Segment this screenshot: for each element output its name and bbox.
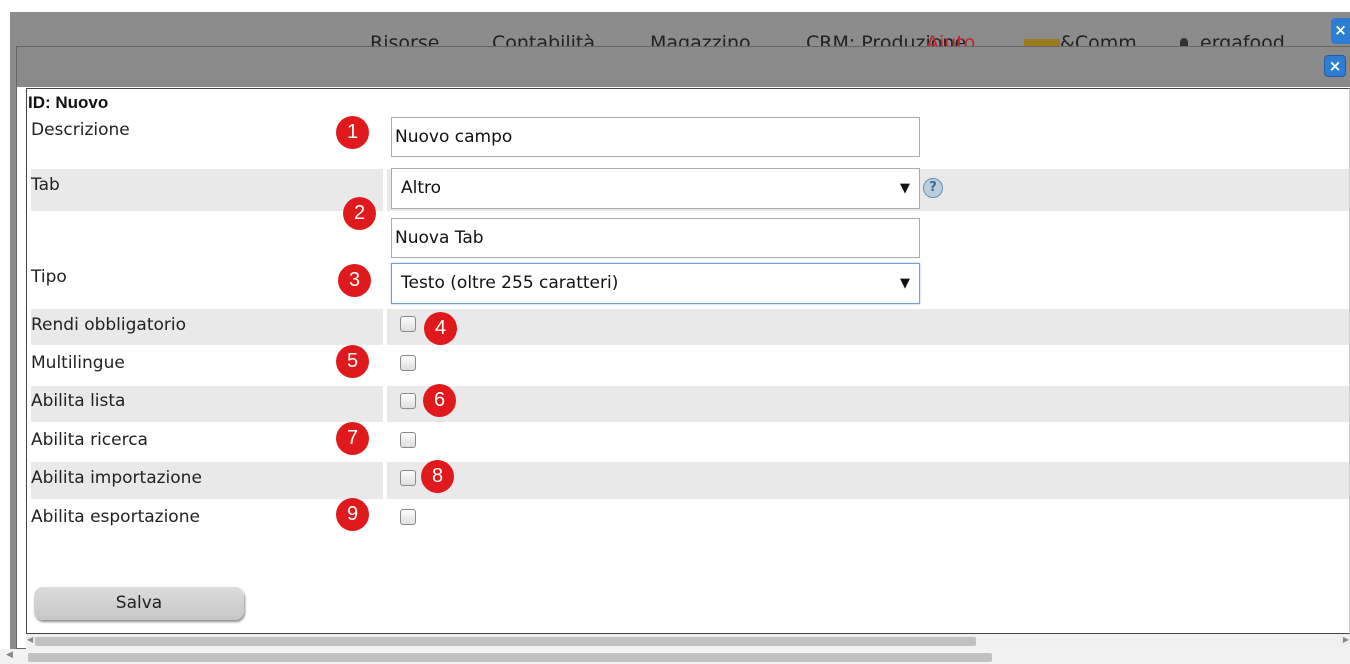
annotation-badge-9: 9 [336, 498, 369, 531]
dialog-horizontal-scrollbar[interactable]: ◀ ▶ [26, 634, 1350, 649]
tab-label: Tab [31, 175, 60, 195]
abilita-ricerca-label: Abilita ricerca [31, 430, 148, 450]
form-row-abilita-lista [31, 386, 1349, 422]
background-scrollbar-thumb[interactable] [28, 653, 992, 662]
abilita-lista-label: Abilita lista [31, 391, 126, 411]
annotation-badge-4: 4 [424, 312, 457, 345]
column-separator [383, 127, 387, 633]
chevron-down-icon: ▼ [900, 276, 910, 291]
annotation-badge-7: 7 [336, 422, 369, 455]
form-row-abilita-importazione [31, 462, 1349, 499]
annotation-badge-8: 8 [421, 460, 454, 493]
scroll-right-arrow-icon[interactable]: ▶ [1343, 635, 1349, 644]
rendi-obbligatorio-checkbox[interactable] [400, 316, 416, 332]
scroll-left-arrow-icon[interactable]: ◀ [6, 650, 13, 660]
dialog-titlebar[interactable] [17, 47, 1350, 87]
annotation-badge-2: 2 [343, 197, 376, 230]
multilingue-checkbox[interactable] [400, 355, 416, 371]
annotation-badge-6: 6 [423, 384, 456, 417]
abilita-ricerca-checkbox[interactable] [400, 432, 416, 448]
abilita-importazione-checkbox[interactable] [400, 470, 416, 486]
annotation-badge-1: 1 [336, 116, 369, 149]
abilita-importazione-label: Abilita importazione [31, 468, 202, 488]
abilita-lista-checkbox[interactable] [400, 393, 416, 409]
chevron-down-icon: ▼ [900, 181, 910, 196]
dialog-close-button[interactable]: × [1324, 55, 1346, 77]
tipo-label: Tipo [31, 267, 67, 287]
help-icon[interactable]: ? [923, 178, 943, 198]
tipo-select-value: Testo (oltre 255 caratteri) [401, 273, 619, 293]
dialog-content: ID: Nuovo Descrizione Tab Tipo Rendi obb… [26, 88, 1350, 634]
tab-select[interactable]: Altro ▼ [391, 168, 920, 209]
scroll-left-arrow-icon[interactable]: ◀ [27, 635, 33, 644]
new-tab-input[interactable]: Nuova Tab [391, 218, 920, 258]
annotation-badge-5: 5 [336, 345, 369, 378]
abilita-esportazione-checkbox[interactable] [400, 509, 416, 525]
descrizione-label: Descrizione [31, 120, 130, 140]
multilingue-label: Multilingue [31, 353, 125, 373]
field-editor-dialog: × ID: Nuovo Descrizione Tab Tipo Rendi o… [16, 46, 1350, 649]
dialog-scrollbar-thumb[interactable] [35, 637, 976, 646]
tipo-select[interactable]: Testo (oltre 255 caratteri) ▼ [391, 263, 920, 304]
abilita-esportazione-label: Abilita esportazione [31, 507, 200, 527]
background-horizontal-scrollbar[interactable]: ◀ [0, 649, 1350, 664]
descrizione-input[interactable]: Nuovo campo [391, 117, 920, 157]
record-id-title: ID: Nuovo [28, 93, 109, 112]
background-close-button[interactable]: × [1331, 18, 1350, 44]
save-button[interactable]: Salva [34, 587, 244, 620]
background-menu-bar: Risorse Contabilità Magazzino CRM: Produ… [10, 12, 1350, 49]
rendi-obbligatorio-label: Rendi obbligatorio [31, 315, 187, 335]
form-row-rendi-obbligatorio [31, 309, 1349, 345]
tab-select-value: Altro [401, 178, 442, 198]
annotation-badge-3: 3 [338, 264, 371, 297]
